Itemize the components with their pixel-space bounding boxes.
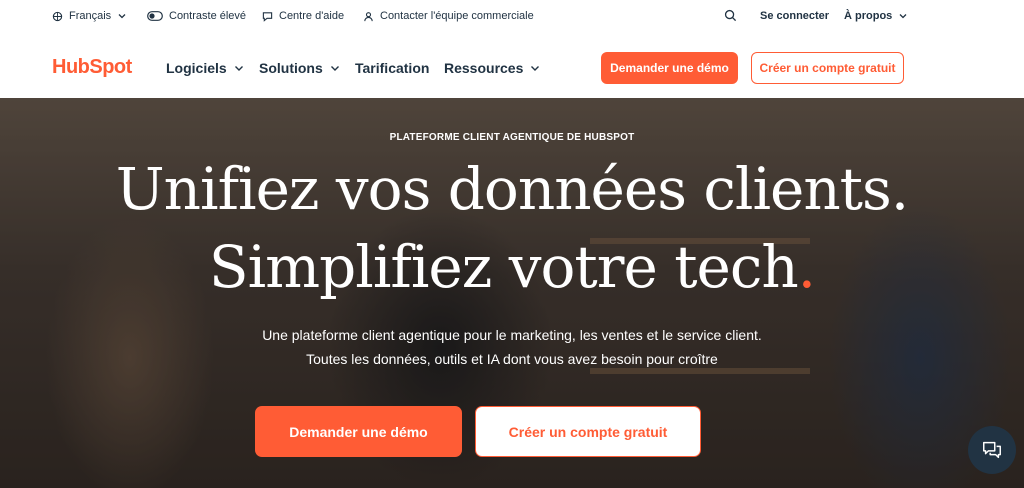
chevron-down-icon: [234, 66, 243, 71]
chat-launcher[interactable]: [968, 426, 1016, 474]
main-navigation: HubSpot Logiciels Solutions Tarification…: [0, 36, 1024, 98]
contrast-label: Contraste élevé: [169, 10, 247, 22]
login-label: Se connecter: [760, 10, 830, 22]
person-icon: [364, 11, 373, 21]
language-label: Français: [69, 10, 112, 22]
chat-bubbles-icon: [983, 441, 1001, 459]
chevron-down-icon: [118, 14, 126, 19]
search-icon: [724, 9, 737, 22]
globe-icon: [52, 11, 63, 21]
chevron-down-icon: [899, 14, 907, 19]
help-chat-icon: [262, 11, 273, 22]
hubspot-logo[interactable]: HubSpot: [52, 56, 132, 79]
nav-item-label: Solutions: [259, 60, 323, 76]
utility-bar: Français Contraste élevé Centre d'aide C…: [0, 0, 1024, 36]
hero-subtitle-line1: Une plateforme client agentique pour le …: [262, 327, 762, 343]
headline-text: Simplifiez votre tech: [208, 233, 799, 301]
about-label: À propos: [844, 10, 893, 22]
language-selector[interactable]: Français: [52, 10, 127, 22]
nav-item-solutions[interactable]: Solutions: [259, 60, 341, 76]
help-center-label: Centre d'aide: [279, 10, 345, 22]
nav-item-label: Ressources: [444, 60, 524, 76]
chevron-down-icon: [330, 66, 339, 71]
logo-text: HubSpot: [52, 56, 132, 78]
hero-headline-line1: Unifiez vos données clients.: [115, 155, 909, 223]
nav-item-logiciels[interactable]: Logiciels: [166, 60, 245, 76]
headline-accent-dot: .: [797, 233, 816, 301]
login-link[interactable]: Se connecter: [760, 10, 829, 22]
hero-content: PLATEFORME CLIENT AGENTIQUE DE HUBSPOT U…: [0, 98, 1024, 488]
hero-subtitle-line2: Toutes les données, outils et IA dont vo…: [306, 351, 718, 367]
nav-item-label: Tarification: [355, 60, 430, 76]
nav-item-ressources[interactable]: Ressources: [444, 60, 541, 76]
contact-sales-label: Contacter l'équipe commerciale: [380, 10, 534, 22]
nav-demo-button[interactable]: Demander une démo: [601, 52, 738, 84]
contrast-toggle-icon: [147, 11, 163, 21]
hero-section: PLATEFORME CLIENT AGENTIQUE DE HUBSPOT U…: [0, 98, 1024, 488]
about-menu[interactable]: À propos: [844, 10, 908, 22]
contrast-toggle[interactable]: Contraste élevé: [147, 10, 246, 22]
chevron-down-icon: [531, 66, 540, 71]
contact-sales-link[interactable]: Contacter l'équipe commerciale: [363, 10, 534, 22]
hero-eyebrow: PLATEFORME CLIENT AGENTIQUE DE HUBSPOT: [389, 132, 635, 143]
hero-demo-button[interactable]: Demander une démo: [255, 406, 462, 457]
nav-item-label: Logiciels: [166, 60, 227, 76]
nav-signup-button[interactable]: Créer un compte gratuit: [751, 52, 904, 84]
search-button[interactable]: [724, 9, 737, 22]
nav-item-tarification[interactable]: Tarification: [355, 60, 429, 76]
hero-signup-button[interactable]: Créer un compte gratuit: [475, 406, 701, 457]
help-center-link[interactable]: Centre d'aide: [262, 10, 344, 22]
hero-headline-line2: Simplifiez votre tech.: [0, 238, 1024, 296]
